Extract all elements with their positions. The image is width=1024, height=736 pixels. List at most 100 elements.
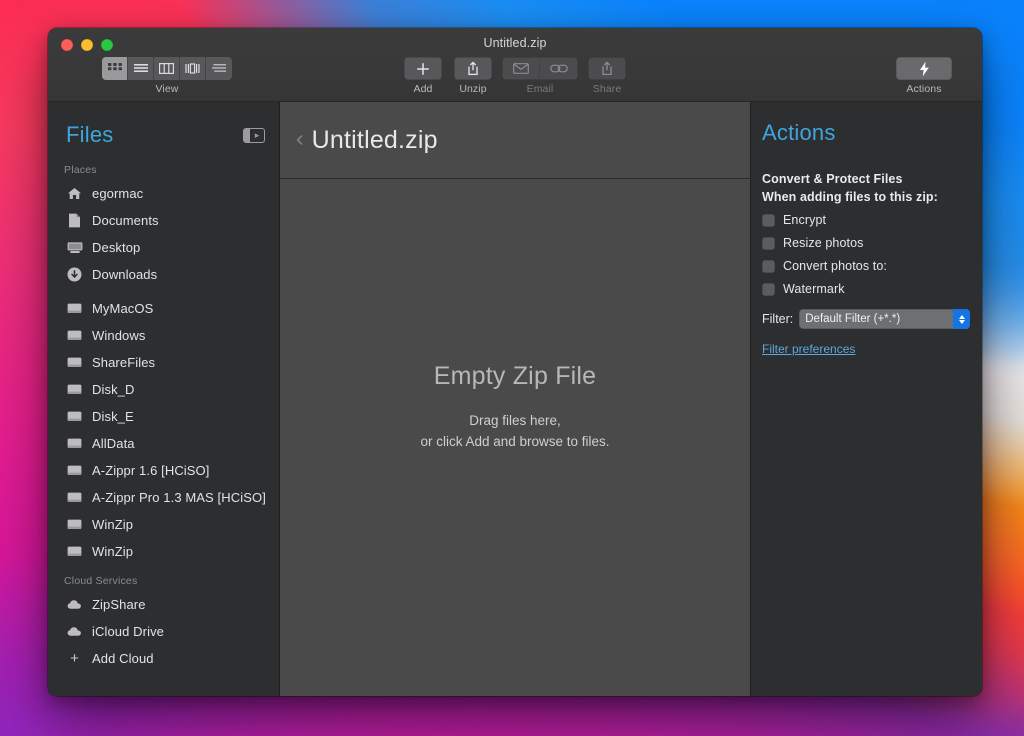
sidebar-item-a-zippr-pro[interactable]: A-Zippr Pro 1.3 MAS [HCiSO] (48, 484, 279, 511)
sidebar-toggle-icon[interactable]: ▸ (243, 128, 265, 143)
sidebar-item-disk-e[interactable]: Disk_E (48, 403, 279, 430)
sidebar: Files ▸ Places egormac (48, 102, 280, 696)
app-window: Untitled.zip (48, 28, 982, 696)
share-icon (600, 61, 614, 76)
sidebar-item-label: Documents (92, 213, 159, 228)
document-icon (66, 213, 83, 228)
when-adding-subheading: When adding files to this zip: (762, 190, 970, 204)
command-buttons-group: Add Unzip (402, 57, 628, 95)
drive-icon (66, 436, 83, 451)
unzip-label: Unzip (459, 83, 486, 95)
sidebar-item-label: Desktop (92, 240, 140, 255)
sidebar-item-label: ShareFiles (92, 355, 155, 370)
view-caption: View (156, 83, 179, 95)
filter-row: Filter: Default Filter (+*.*) (762, 309, 970, 329)
sidebar-item-label: WinZip (92, 544, 133, 559)
drive-icon (66, 409, 83, 424)
sidebar-item-sharefiles[interactable]: ShareFiles (48, 349, 279, 376)
gallery-view-button[interactable] (180, 57, 206, 80)
convert-protect-heading: Convert & Protect Files (762, 172, 970, 186)
lightning-bolt-icon (919, 61, 930, 77)
sidebar-item-downloads[interactable]: Downloads (48, 261, 279, 288)
sidebar-item-label: A-Zippr 1.6 [HCiSO] (92, 463, 209, 478)
actions-panel-body: Convert & Protect Files When adding file… (751, 146, 982, 358)
unzip-button[interactable] (454, 57, 492, 80)
sidebar-item-winzip-2[interactable]: WinZip (48, 538, 279, 565)
drive-icon (66, 490, 83, 505)
breadcrumb-bar: ‹ Untitled.zip (280, 102, 750, 179)
breadcrumb-title: Untitled.zip (312, 126, 438, 155)
watermark-checkbox[interactable] (762, 283, 775, 296)
sidebar-item-label: egormac (92, 186, 143, 201)
sidebar-section-cloud-label: Cloud Services (48, 565, 279, 591)
file-drop-area[interactable]: Empty Zip File Drag files here, or click… (280, 179, 750, 696)
empty-state-subtitle: Drag files here, or click Add and browse… (420, 411, 609, 453)
sidebar-item-mymacos[interactable]: MyMacOS (48, 295, 279, 322)
watermark-label: Watermark (783, 282, 845, 296)
actions-label: Actions (906, 83, 941, 95)
add-command[interactable]: Add (402, 57, 444, 95)
share-command[interactable]: Share (586, 57, 628, 95)
sidebar-item-add-cloud[interactable]: + Add Cloud (48, 645, 279, 672)
encrypt-checkbox[interactable] (762, 214, 775, 227)
sidebar-item-zipshare[interactable]: ZipShare (48, 591, 279, 618)
link-icon (550, 63, 568, 74)
drive-icon (66, 517, 83, 532)
drive-icon (66, 355, 83, 370)
convert-photos-checkbox[interactable] (762, 260, 775, 273)
chevron-updown-icon[interactable] (953, 309, 970, 329)
sidebar-section-places-label: Places (48, 154, 279, 180)
sidebar-item-label: MyMacOS (92, 301, 153, 316)
unzip-command[interactable]: Unzip (452, 57, 494, 95)
actions-panel-title: Actions (751, 120, 982, 146)
sidebar-item-label: A-Zippr Pro 1.3 MAS [HCiSO] (92, 490, 266, 505)
add-button[interactable] (404, 57, 442, 80)
filter-select[interactable]: Default Filter (+*.*) (799, 309, 970, 329)
view-mode-segmented-control[interactable] (102, 57, 232, 80)
empty-state-title: Empty Zip File (434, 362, 597, 391)
sidebar-item-documents[interactable]: Documents (48, 207, 279, 234)
list-view-button[interactable] (128, 57, 154, 80)
resize-photos-checkbox[interactable] (762, 237, 775, 250)
chevron-left-icon[interactable]: ‹ (292, 127, 312, 154)
sidebar-item-desktop[interactable]: Desktop (48, 234, 279, 261)
actions-command[interactable]: Actions (896, 57, 952, 95)
icon-view-button[interactable] (102, 57, 128, 80)
empty-state-line2: or click Add and browse to files. (420, 432, 609, 453)
window-body: Files ▸ Places egormac (48, 102, 982, 696)
sidebar-item-a-zippr-16[interactable]: A-Zippr 1.6 [HCiSO] (48, 457, 279, 484)
filter-preferences-link[interactable]: Filter preferences (762, 342, 855, 356)
sidebar-item-alldata[interactable]: AllData (48, 430, 279, 457)
email-label: Email (527, 83, 554, 95)
resize-photos-row[interactable]: Resize photos (762, 236, 970, 250)
sidebar-item-label: AllData (92, 436, 135, 451)
column-view-button[interactable] (154, 57, 180, 80)
envelope-icon (513, 63, 529, 74)
email-button[interactable] (502, 57, 540, 80)
sidebar-item-label: Windows (92, 328, 145, 343)
watermark-row[interactable]: Watermark (762, 282, 970, 296)
drive-icon (66, 328, 83, 343)
sidebar-item-disk-d[interactable]: Disk_D (48, 376, 279, 403)
empty-state-line1: Drag files here, (420, 411, 609, 432)
actions-button[interactable] (896, 57, 952, 80)
drive-icon (66, 463, 83, 478)
filter-select-value: Default Filter (+*.*) (799, 313, 953, 325)
convert-photos-label: Convert photos to: (783, 259, 887, 273)
sidebar-item-label: ZipShare (92, 597, 146, 612)
link-button[interactable] (540, 57, 578, 80)
encrypt-label: Encrypt (783, 213, 826, 227)
cloud-icon (66, 624, 83, 639)
sidebar-item-label: Disk_D (92, 382, 135, 397)
encrypt-row[interactable]: Encrypt (762, 213, 970, 227)
flow-view-button[interactable] (206, 57, 232, 80)
sidebar-item-windows[interactable]: Windows (48, 322, 279, 349)
sidebar-item-winzip-1[interactable]: WinZip (48, 511, 279, 538)
convert-photos-row[interactable]: Convert photos to: (762, 259, 970, 273)
share-button[interactable] (588, 57, 626, 80)
sidebar-item-icloud-drive[interactable]: iCloud Drive (48, 618, 279, 645)
unzip-box-icon (466, 61, 480, 76)
share-label: Share (593, 83, 622, 95)
plus-icon (416, 62, 430, 76)
sidebar-item-egormac[interactable]: egormac (48, 180, 279, 207)
